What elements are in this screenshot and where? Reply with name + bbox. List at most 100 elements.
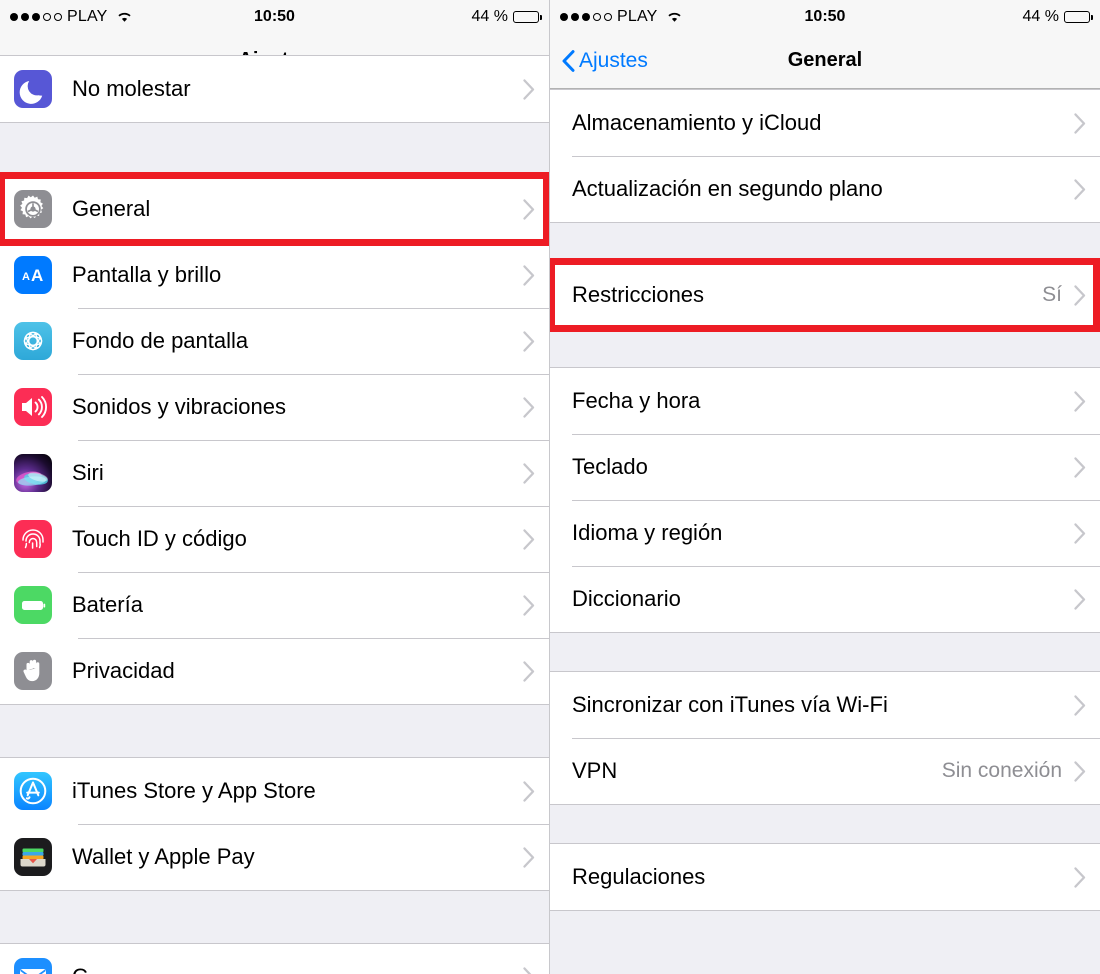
chevron-right-icon [1074, 456, 1086, 478]
settings-row-label: C [72, 964, 523, 974]
chevron-right-icon [1074, 760, 1086, 782]
section-gap [0, 123, 549, 175]
chevron-right-icon [1074, 284, 1086, 306]
settings-row[interactable]: VPN Sin conexión [550, 738, 1100, 804]
settings-group: Almacenamiento y iCloud Actualización en … [550, 89, 1100, 223]
chevron-right-icon [1074, 866, 1086, 888]
settings-row-label: Teclado [572, 454, 648, 479]
settings-row[interactable]: Siri [0, 440, 549, 506]
do-not-disturb-icon [14, 70, 52, 108]
chevron-right-icon [523, 660, 535, 682]
settings-row[interactable]: A A Pantalla y brillo [0, 242, 549, 308]
clock: 10:50 [804, 7, 846, 25]
settings-group: Sincronizar con iTunes vía Wi-Fi VPN Sin c… [550, 671, 1100, 805]
fingerprint-icon [14, 520, 52, 558]
settings-row[interactable]: Regulaciones [550, 844, 1100, 910]
settings-group: Restricciones Sí [550, 261, 1100, 329]
settings-list-left[interactable]: No molestar General A A Pantalla y brillo Fon… [0, 55, 549, 974]
battery-percent-label: 44 % [1022, 7, 1059, 25]
settings-row-label: Pantalla y brillo [72, 262, 222, 287]
chevron-right-icon [1074, 112, 1086, 134]
battery-icon [14, 586, 52, 624]
nav-bar-right: Ajustes General [550, 33, 1100, 89]
settings-row[interactable]: iTunes Store y App Store [0, 758, 549, 824]
settings-row[interactable]: Teclado [550, 434, 1100, 500]
settings-row-label: Touch ID y código [72, 526, 247, 551]
back-button[interactable]: Ajustes [562, 49, 648, 73]
settings-row[interactable]: Wallet y Apple Pay [0, 824, 549, 890]
chevron-right-icon [1074, 694, 1086, 716]
speaker-icon [14, 388, 52, 426]
settings-row[interactable]: Fondo de pantalla [0, 308, 549, 374]
settings-row-label: Actualización en segundo plano [572, 176, 883, 201]
chevron-right-icon [1074, 588, 1086, 610]
settings-row[interactable]: Idioma y región [550, 500, 1100, 566]
section-gap [0, 891, 549, 943]
settings-group: General A A Pantalla y brillo Fondo de panta… [0, 175, 549, 705]
settings-row-value: Sin conexión [941, 759, 1062, 782]
settings-row[interactable]: Privacidad [0, 638, 549, 704]
svg-text:A: A [31, 266, 43, 285]
status-bar-right-group: 44 % [1022, 7, 1093, 26]
section-gap [550, 329, 1100, 367]
mail-icon [14, 958, 52, 974]
section-gap [550, 633, 1100, 671]
siri-icon [14, 454, 52, 492]
settings-row-label: General [72, 196, 151, 221]
page-title: General [787, 49, 863, 71]
hand-icon [14, 652, 52, 690]
settings-row[interactable]: Almacenamiento y iCloud [550, 90, 1100, 156]
chevron-left-icon [562, 49, 575, 72]
chevron-right-icon [523, 330, 535, 352]
settings-row[interactable]: Actualización en segundo plano [550, 156, 1100, 222]
settings-row[interactable]: Fecha y hora [550, 368, 1100, 434]
chevron-right-icon [1074, 390, 1086, 412]
section-gap [550, 223, 1100, 261]
chevron-right-icon [1074, 178, 1086, 200]
section-gap [550, 805, 1100, 843]
gear-icon [14, 190, 52, 228]
settings-row-label: iTunes Store y App Store [72, 778, 316, 803]
settings-row[interactable]: C [0, 944, 549, 974]
chevron-right-icon [523, 264, 535, 286]
settings-row[interactable]: Restricciones Sí [550, 262, 1100, 328]
battery-icon [1064, 10, 1093, 23]
section-gap [0, 705, 549, 757]
settings-group: Regulaciones [550, 843, 1100, 911]
settings-row[interactable]: No molestar [0, 56, 549, 122]
wallpaper-icon [14, 322, 52, 360]
settings-row-label: Almacenamiento y iCloud [572, 110, 822, 135]
chevron-right-icon [523, 846, 535, 868]
chevron-right-icon [1074, 522, 1086, 544]
settings-row[interactable]: Batería [0, 572, 549, 638]
back-button-label: Ajustes [579, 48, 648, 72]
settings-row-label: Batería [72, 592, 143, 617]
settings-screen-right: PLAY 10:50 44 % Ajustes General Almacena… [550, 0, 1100, 974]
settings-row[interactable]: Sonidos y vibraciones [0, 374, 549, 440]
settings-list-right[interactable]: Almacenamiento y iCloud Actualización en … [550, 89, 1100, 911]
display-brightness-icon: AA [14, 256, 52, 294]
status-bar-right-group: 44 % [472, 8, 542, 26]
clock: 10:50 [254, 7, 295, 25]
settings-row[interactable]: Sincronizar con iTunes vía Wi-Fi [550, 672, 1100, 738]
settings-group: No molestar [0, 55, 549, 123]
dual-screenshot-container: PLAY 10:50 44 % Ajustes No molestar Gener… [0, 0, 1100, 974]
settings-row-label: Sincronizar con iTunes vía Wi-Fi [572, 692, 888, 717]
settings-row-label: Idioma y región [572, 520, 723, 545]
settings-row[interactable]: Touch ID y código [0, 506, 549, 572]
settings-row-label: Siri [72, 460, 104, 485]
app-store-icon [14, 772, 52, 810]
settings-row-label: No molestar [72, 76, 191, 101]
settings-row-label: Wallet y Apple Pay [72, 844, 255, 869]
settings-group: iTunes Store y App Store Wallet y Apple P… [0, 757, 549, 891]
settings-row[interactable]: General [0, 176, 549, 242]
settings-row-label: Restricciones [572, 282, 705, 307]
status-bar-right: PLAY 10:50 44 % [550, 0, 1100, 33]
status-bar-left: PLAY 10:50 44 % [0, 0, 549, 33]
settings-row[interactable]: Diccionario [550, 566, 1100, 632]
chevron-right-icon [523, 780, 535, 802]
chevron-right-icon [523, 528, 535, 550]
chevron-right-icon [523, 78, 535, 100]
settings-row-label: Fecha y hora [572, 388, 701, 413]
settings-row-value: Sí [1042, 283, 1062, 306]
